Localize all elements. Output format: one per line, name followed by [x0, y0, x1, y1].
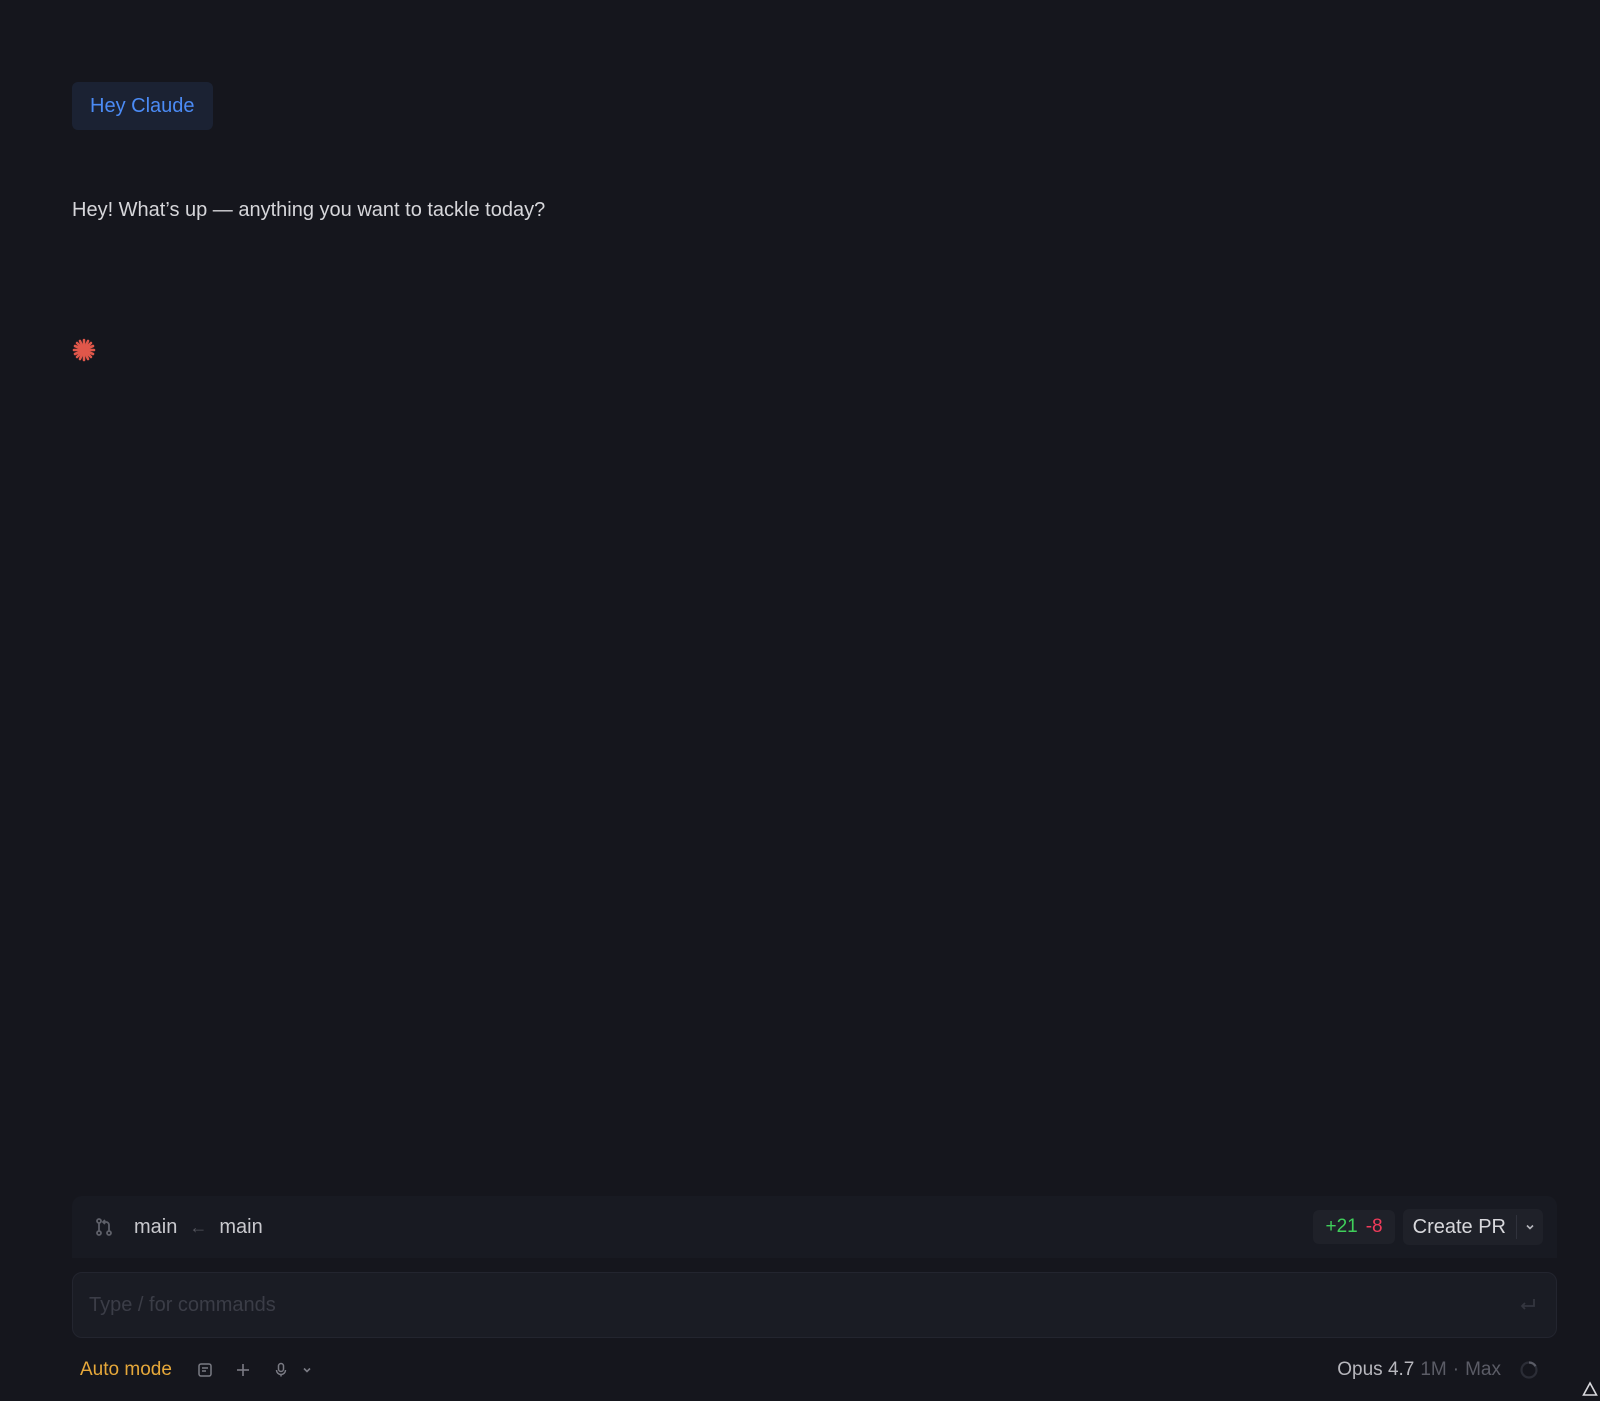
- chevron-down-icon[interactable]: [1517, 1209, 1543, 1245]
- chevron-down-icon[interactable]: [296, 1359, 318, 1381]
- create-pr-group: Create PR: [1402, 1209, 1543, 1245]
- context-usage-ring-icon[interactable]: [1519, 1360, 1539, 1380]
- source-branch-label[interactable]: main: [219, 1216, 262, 1239]
- bottom-toolbar: Auto mode Opus 4.7 1M · Max: [72, 1352, 1557, 1388]
- assistant-message: Hey! What’s up — anything you want to ta…: [72, 199, 546, 221]
- warning-icon: [1582, 1381, 1598, 1396]
- microphone-icon[interactable]: [270, 1359, 292, 1381]
- command-input[interactable]: [89, 1293, 1516, 1317]
- plus-icon[interactable]: [232, 1359, 254, 1381]
- model-name[interactable]: Opus 4.7: [1337, 1359, 1414, 1381]
- attach-file-icon[interactable]: [194, 1359, 216, 1381]
- create-pr-button[interactable]: Create PR: [1403, 1209, 1516, 1245]
- user-message-text: Hey Claude: [90, 95, 195, 117]
- left-arrow-icon: ←: [189, 1216, 208, 1237]
- additions-count: +21: [1325, 1216, 1358, 1237]
- return-key-icon[interactable]: [1516, 1293, 1540, 1317]
- target-branch-label[interactable]: main: [134, 1216, 177, 1239]
- separator: ·: [1452, 1359, 1460, 1380]
- model-effort-level[interactable]: Max: [1465, 1359, 1501, 1381]
- command-input-box: [72, 1272, 1557, 1338]
- claude-code-window: Hey Claude Hey! What’s up — anything you…: [0, 0, 1600, 1401]
- thinking-spinner-icon: [72, 338, 96, 362]
- model-context-size: 1M: [1420, 1359, 1447, 1380]
- auto-mode-toggle[interactable]: Auto mode: [80, 1359, 172, 1381]
- diff-stats-badge[interactable]: +21 -8: [1313, 1210, 1395, 1244]
- git-pull-request-icon: [92, 1215, 116, 1239]
- branch-bar: main ← main +21 -8 Create PR: [72, 1196, 1557, 1258]
- deletions-count: -8: [1365, 1216, 1383, 1237]
- user-message-bubble: Hey Claude: [72, 82, 213, 130]
